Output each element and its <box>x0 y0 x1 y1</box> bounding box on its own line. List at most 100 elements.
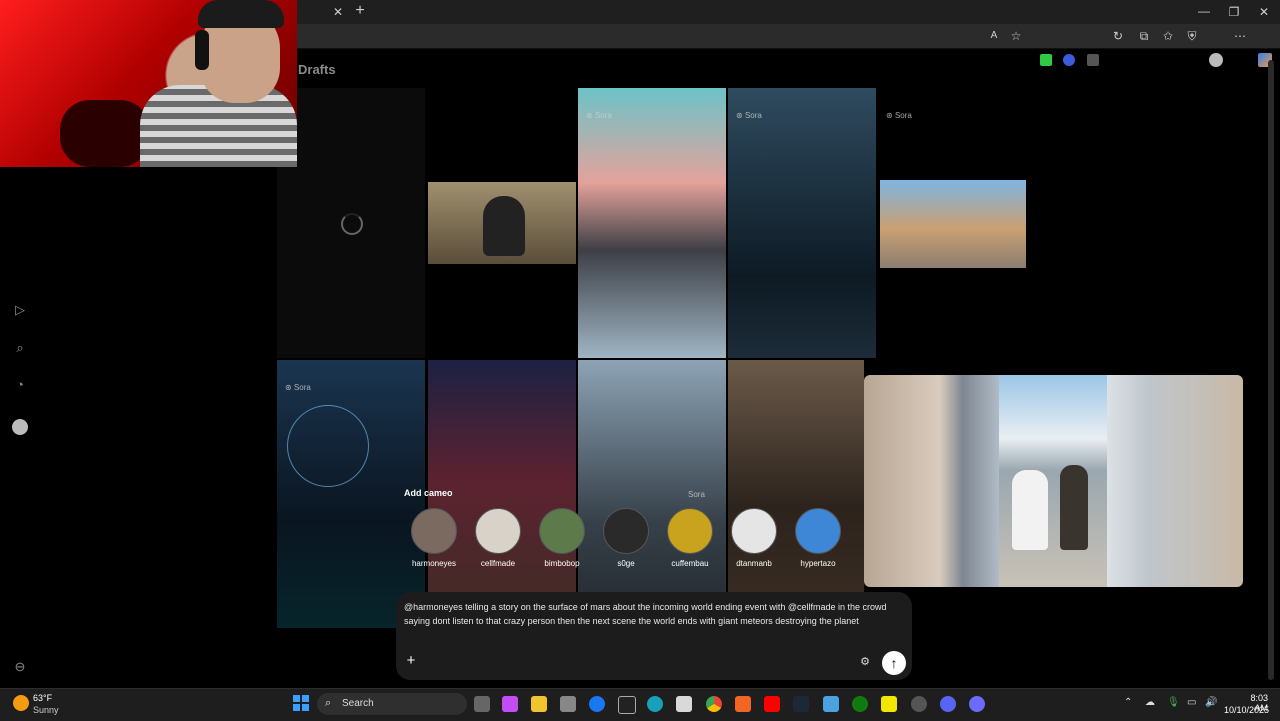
cameo-name: bimbobop <box>544 559 580 568</box>
cameo-item[interactable]: dtanmanb <box>724 508 784 568</box>
app-icon[interactable] <box>823 696 839 712</box>
taskbar-search[interactable]: ⌕ Search <box>317 693 467 715</box>
extension-icon[interactable] <box>1087 54 1099 66</box>
display-icon[interactable]: ▭ <box>1187 697 1196 708</box>
favorite-star-icon[interactable]: ☆ <box>1008 28 1024 44</box>
webcam-overlay <box>0 0 297 167</box>
cameo-avatar <box>411 508 457 554</box>
cameo-name: hypertazo <box>800 559 836 568</box>
favorites-icon[interactable]: ✩ <box>1160 28 1176 44</box>
amazon-icon[interactable] <box>618 696 636 714</box>
copilot-app-icon[interactable] <box>502 696 518 712</box>
draft-tile-video[interactable]: Sora <box>578 360 726 628</box>
cameo-avatar <box>475 508 521 554</box>
search-icon[interactable]: ⌕ <box>12 340 28 356</box>
cameo-name: harmoneyes <box>411 559 457 568</box>
shield-icon[interactable]: ⛨ <box>1184 28 1200 44</box>
page-title: Drafts <box>298 62 336 77</box>
draft-tile-loading[interactable] <box>277 88 425 358</box>
obs-icon[interactable] <box>911 696 927 712</box>
scrollbar[interactable] <box>1268 60 1274 680</box>
draft-tile-video[interactable] <box>728 360 864 628</box>
microphone-icon[interactable]: 🎙 <box>1167 697 1180 708</box>
window-close-icon[interactable]: ✕ <box>1256 4 1272 20</box>
cameo-name: s0ge <box>617 559 635 568</box>
cameo-name: cuffembau <box>671 559 709 568</box>
bell-icon[interactable]: ◔ <box>12 377 28 393</box>
app-icon[interactable] <box>735 696 751 712</box>
draft-tile-video[interactable] <box>428 182 576 264</box>
chevron-up-icon[interactable]: ⌃ <box>1124 697 1132 708</box>
search-label: Search <box>342 698 374 709</box>
prompt-input[interactable]: @harmoneyes telling a story on the surfa… <box>404 601 894 628</box>
cameo-name: dtanmanb <box>736 559 772 568</box>
taskbar <box>0 688 1280 721</box>
restore-icon[interactable]: ❐ <box>1226 4 1242 20</box>
extension-icon[interactable] <box>1040 54 1052 66</box>
cameo-item[interactable]: hypertazo <box>788 508 848 568</box>
send-button[interactable]: ↑ <box>882 651 906 675</box>
sticky-notes-icon[interactable] <box>881 696 897 712</box>
cameo-avatar <box>667 508 713 554</box>
draft-tile-video[interactable]: Sora <box>578 88 726 358</box>
task-view-icon[interactable] <box>474 696 490 712</box>
profile-avatar[interactable] <box>1209 53 1223 67</box>
cameo-item[interactable]: cuffembau <box>660 508 720 568</box>
calculator-icon[interactable] <box>676 696 692 712</box>
video-icon[interactable]: ▷ <box>12 302 28 318</box>
cameo-item[interactable]: cellfmade <box>468 508 528 568</box>
settings-button[interactable]: ⚙ <box>858 655 872 669</box>
store-icon[interactable] <box>560 696 576 712</box>
app-icon[interactable] <box>969 696 985 712</box>
sora-watermark: Sora <box>285 383 311 392</box>
sora-watermark: Sora <box>736 111 762 120</box>
windows-start-icon[interactable] <box>293 695 309 711</box>
sora-watermark: Sora <box>688 490 705 499</box>
clock-date[interactable]: 10/10/2025 <box>1224 705 1269 715</box>
file-explorer-icon[interactable] <box>531 696 547 712</box>
steam-icon[interactable] <box>793 696 809 712</box>
split-screen-icon[interactable]: ⧉ <box>1136 28 1152 44</box>
add-cameo-label: Add cameo <box>404 488 453 498</box>
xbox-icon[interactable] <box>852 696 868 712</box>
cameo-avatar <box>539 508 585 554</box>
weather-text[interactable]: Sunny <box>33 705 59 715</box>
draft-tile-video[interactable]: Sora <box>277 360 425 628</box>
discord-icon[interactable] <box>940 696 956 712</box>
close-tab-icon[interactable]: ✕ <box>330 4 346 20</box>
cameo-avatar <box>603 508 649 554</box>
volume-icon[interactable]: 🔊 <box>1205 697 1217 708</box>
cameo-item[interactable]: bimbobop <box>532 508 592 568</box>
cameo-item[interactable]: harmoneyes <box>404 508 464 568</box>
extension-icon[interactable] <box>1063 54 1075 66</box>
plus-icon: + <box>406 652 416 669</box>
chrome-icon[interactable] <box>706 696 722 712</box>
add-media-button[interactable]: + <box>404 652 418 669</box>
weather-icon[interactable] <box>13 695 29 711</box>
refresh-icon[interactable]: ↻ <box>1110 28 1126 44</box>
sora-watermark: Sora <box>886 111 912 120</box>
cameo-item[interactable]: s0ge <box>596 508 656 568</box>
youtube-icon[interactable] <box>764 696 780 712</box>
more-icon[interactable]: ⋯ <box>1232 28 1248 44</box>
minimize-icon[interactable]: — <box>1196 3 1212 19</box>
new-tab-icon[interactable]: + <box>352 3 368 19</box>
sliders-icon: ⚙ <box>860 656 870 668</box>
weather-temp[interactable]: 63°F <box>33 693 52 703</box>
cameo-name: cellfmade <box>480 559 516 568</box>
network-icon[interactable]: ☁ <box>1145 697 1155 708</box>
loading-spinner-icon <box>341 213 363 235</box>
sora-watermark: Sora <box>586 111 612 120</box>
draft-tile-video[interactable]: Sora <box>728 88 876 358</box>
arrow-up-icon: ↑ <box>890 655 898 671</box>
avatar[interactable] <box>12 419 28 435</box>
collapse-icon[interactable]: ⊖ <box>12 659 28 675</box>
cameo-avatar <box>731 508 777 554</box>
cameo-avatar <box>795 508 841 554</box>
edge-icon[interactable] <box>647 696 663 712</box>
search-icon: ⌕ <box>325 697 332 709</box>
read-aloud-icon[interactable]: A <box>986 28 1002 44</box>
video-preview-popup[interactable] <box>864 375 1243 587</box>
draft-tile-video[interactable]: Sora <box>878 88 1026 358</box>
facebook-icon[interactable] <box>589 696 605 712</box>
